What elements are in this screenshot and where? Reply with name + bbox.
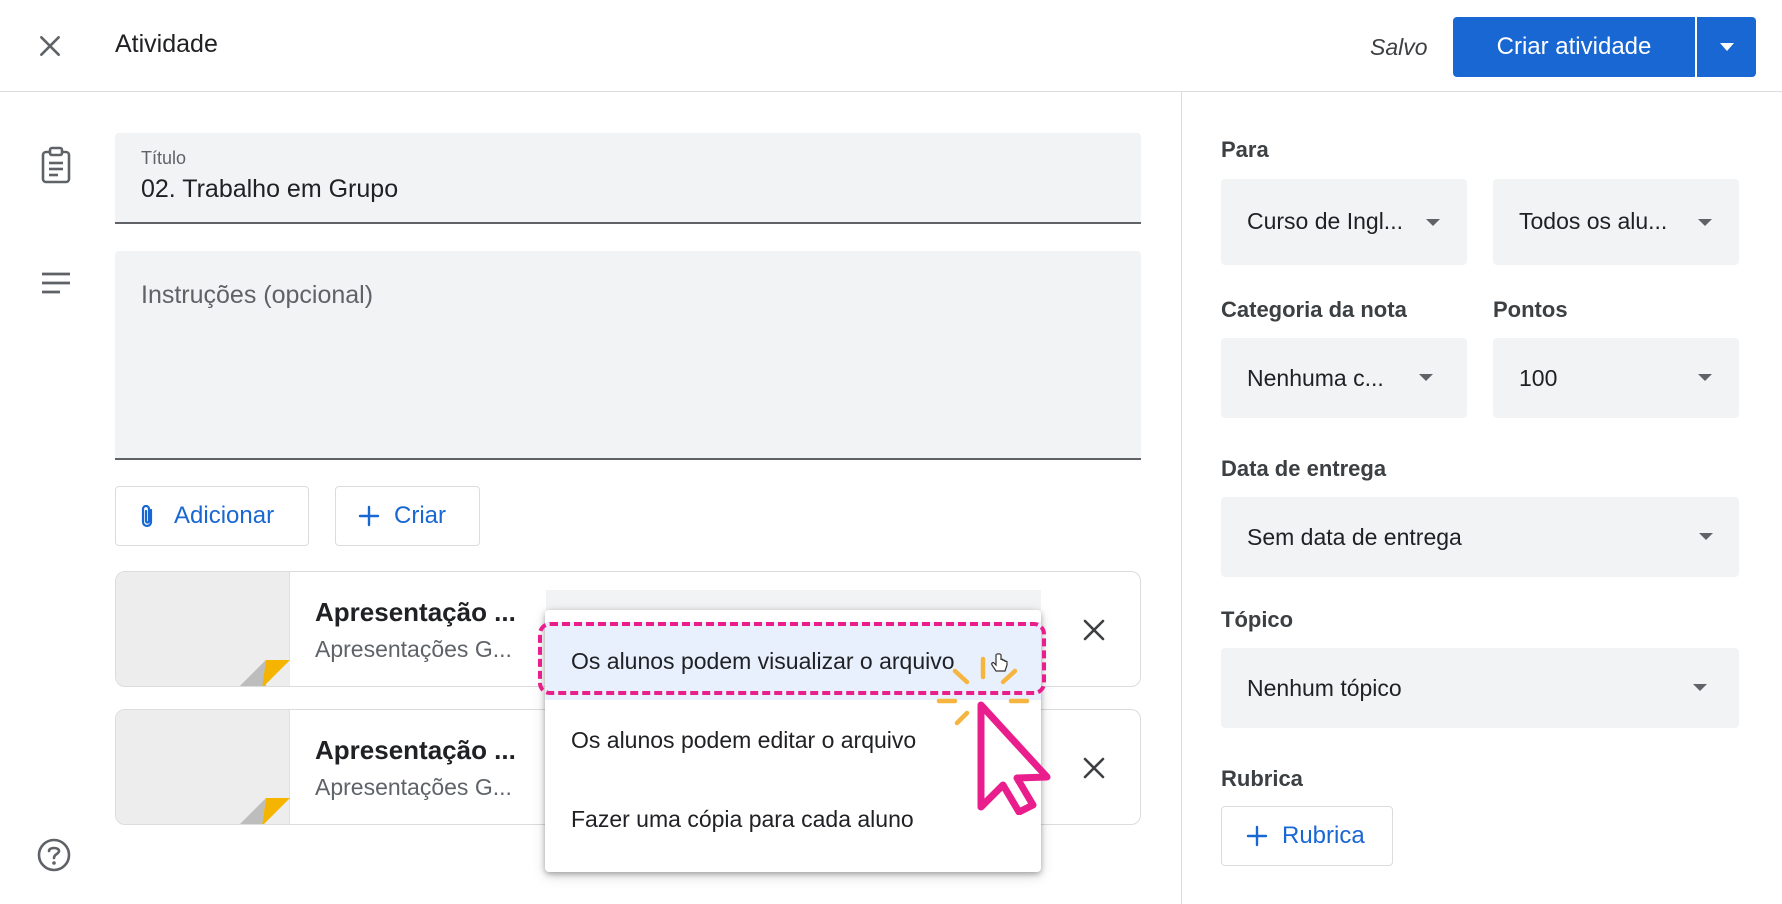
- attachment-type: Apresentações G...: [315, 774, 512, 800]
- attachment-permission-select[interactable]: [546, 590, 1041, 610]
- title-label: Título: [141, 148, 187, 168]
- topic-value: Nenhum tópico: [1247, 675, 1402, 701]
- rubric-label: Rubrica: [1221, 766, 1303, 791]
- attachment-title: Apresentação ...: [315, 735, 516, 765]
- due-date-label: Data de entrega: [1221, 456, 1387, 481]
- caret-down-icon: [1693, 684, 1707, 691]
- instructions-placeholder: Instruções (opcional): [141, 281, 374, 309]
- caret-down-icon: [1419, 374, 1433, 381]
- top-bar: Atividade Salvo Criar atividade: [0, 0, 1782, 92]
- slides-file-icon: [240, 798, 290, 824]
- caret-down-icon: [1426, 219, 1440, 226]
- add-button[interactable]: Adicionar: [115, 486, 309, 546]
- title-field[interactable]: Título 02. Trabalho em Grupo: [115, 133, 1141, 224]
- paperclip-icon: [141, 504, 153, 528]
- caret-down-icon: [1698, 219, 1712, 226]
- grade-category-select[interactable]: Nenhuma c...: [1221, 338, 1467, 418]
- plus-icon: [358, 505, 380, 527]
- points-select[interactable]: 100: [1493, 338, 1739, 418]
- plus-icon: [1246, 825, 1268, 847]
- sidebar-divider: [1181, 92, 1182, 904]
- caret-down-icon: [1699, 533, 1713, 540]
- page-title: Atividade: [115, 30, 218, 58]
- pointer-annotation: [936, 656, 1051, 815]
- slides-file-icon: [240, 660, 290, 686]
- topic-label: Tópico: [1221, 607, 1294, 632]
- assignment-icon: [36, 145, 76, 185]
- title-input[interactable]: 02. Trabalho em Grupo: [141, 175, 398, 204]
- create-material-button[interactable]: Criar: [335, 486, 480, 546]
- add-button-label: Adicionar: [174, 502, 275, 529]
- due-date-select[interactable]: Sem data de entrega: [1221, 497, 1739, 577]
- attachment-type: Apresentações G...: [315, 636, 512, 662]
- instructions-field[interactable]: Instruções (opcional): [115, 251, 1141, 460]
- due-date-value: Sem data de entrega: [1247, 524, 1462, 550]
- attachment-thumbnail: [116, 572, 290, 686]
- grade-category-label: Categoria da nota: [1221, 297, 1407, 322]
- course-select[interactable]: Curso de Ingl...: [1221, 179, 1467, 265]
- create-button-group: Criar atividade: [1453, 17, 1756, 77]
- grade-category-value: Nenhuma c...: [1247, 365, 1384, 391]
- create-assignment-button[interactable]: Criar atividade: [1453, 17, 1695, 77]
- students-select-value: Todos os alu...: [1519, 208, 1668, 234]
- attachment-thumbnail: [116, 710, 290, 824]
- create-options-button[interactable]: [1697, 17, 1756, 77]
- close-icon[interactable]: [30, 26, 70, 66]
- help-icon[interactable]: [34, 835, 74, 875]
- caret-down-icon: [1698, 374, 1712, 381]
- remove-attachment-icon[interactable]: [1074, 610, 1114, 650]
- instructions-icon: [36, 263, 76, 303]
- remove-attachment-icon[interactable]: [1074, 748, 1114, 788]
- points-value: 100: [1519, 365, 1558, 391]
- students-select[interactable]: Todos os alu...: [1493, 179, 1739, 265]
- for-label: Para: [1221, 137, 1269, 162]
- create-material-label: Criar: [394, 502, 446, 529]
- course-select-value: Curso de Ingl...: [1247, 208, 1403, 234]
- arrow-cursor-icon: [977, 701, 1051, 815]
- attachment-title: Apresentação ...: [315, 597, 516, 627]
- topic-select[interactable]: Nenhum tópico: [1221, 648, 1739, 728]
- add-rubric-label: Rubrica: [1282, 822, 1365, 849]
- points-label: Pontos: [1493, 297, 1568, 322]
- caret-down-icon: [1719, 43, 1734, 51]
- saved-status: Salvo: [1370, 34, 1428, 60]
- add-rubric-button[interactable]: Rubrica: [1221, 806, 1393, 866]
